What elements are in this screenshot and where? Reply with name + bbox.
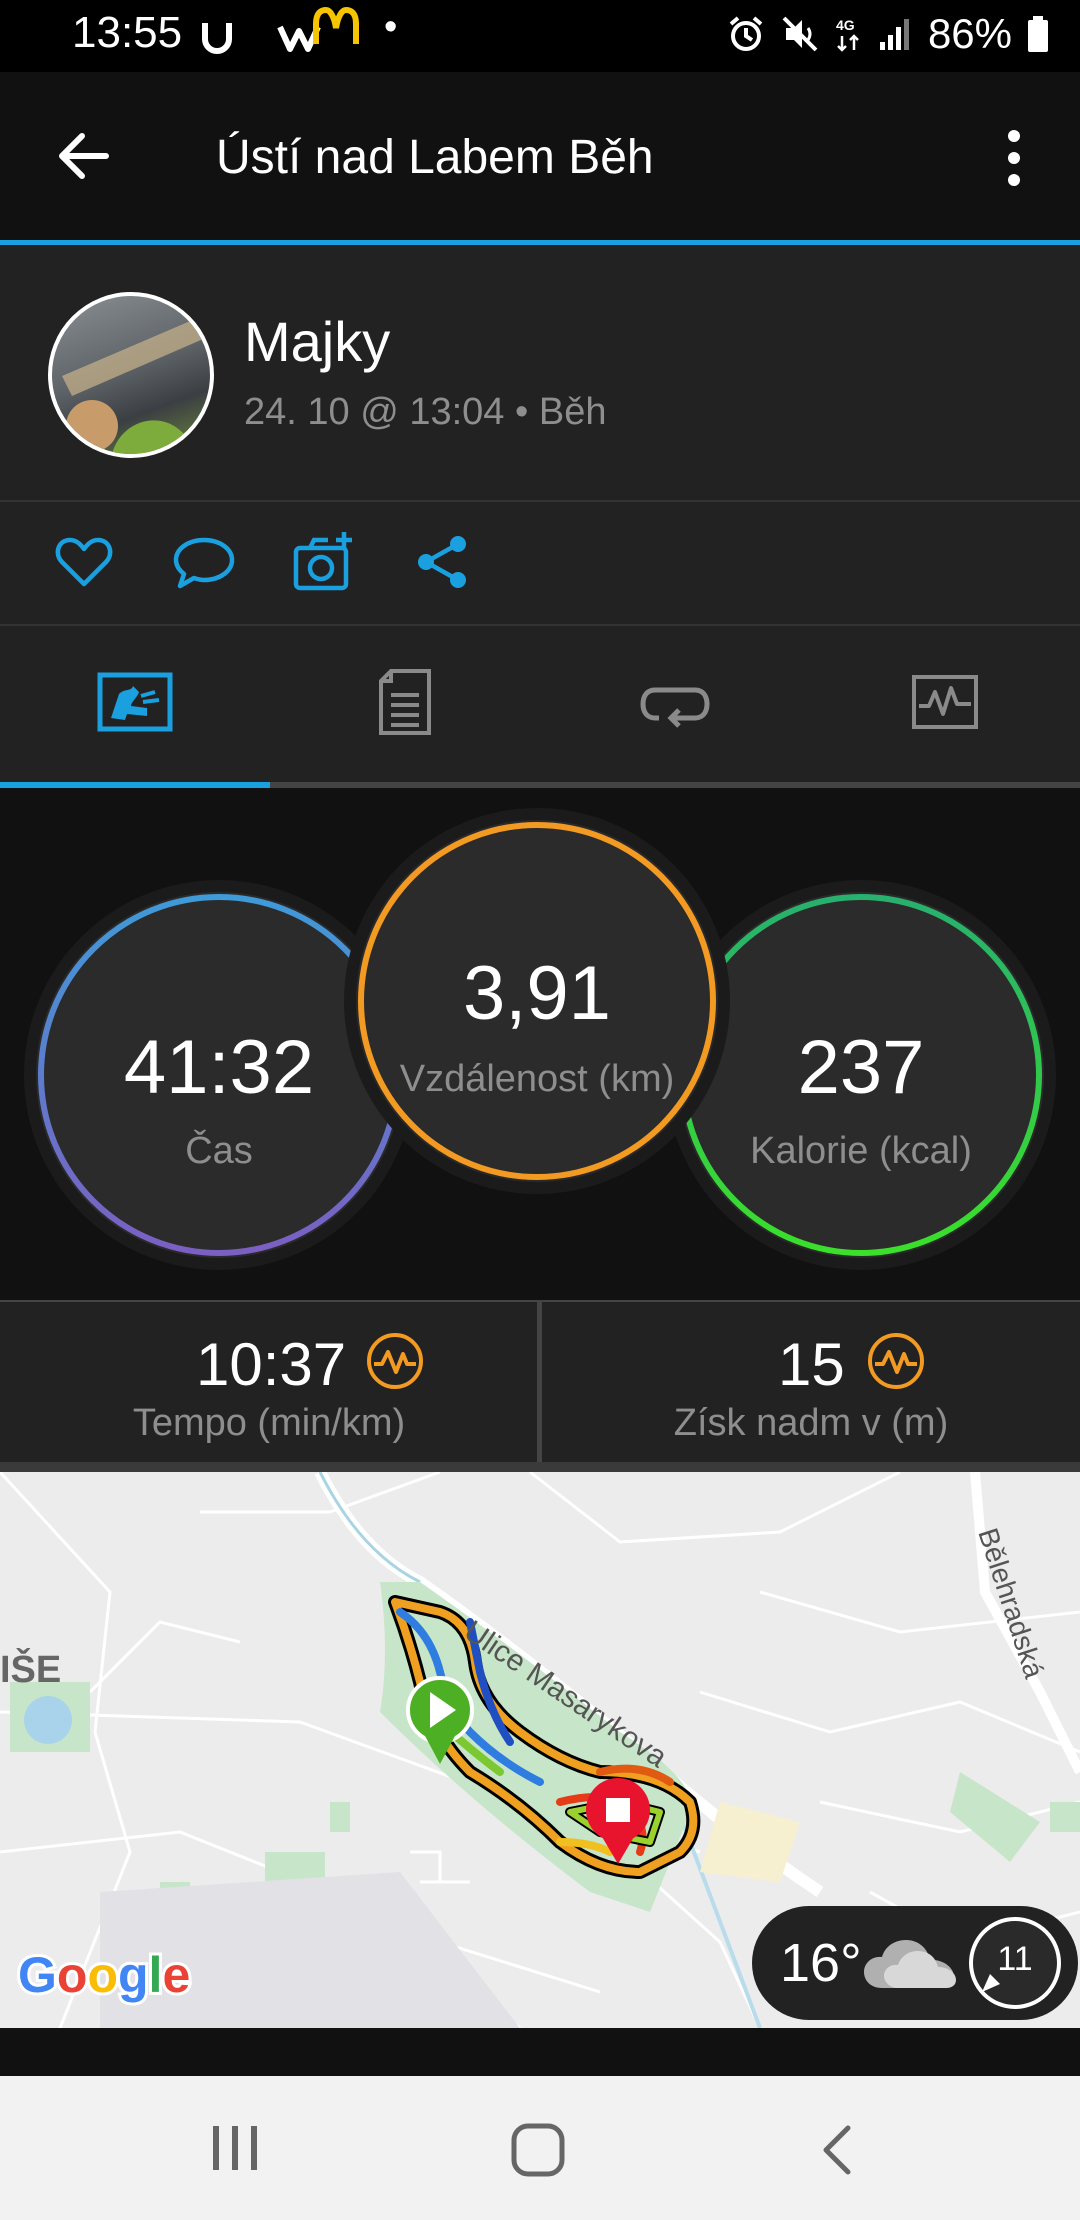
system-nav-bar <box>0 2076 1080 2220</box>
calories-label: Kalorie (kcal) <box>750 1130 972 1172</box>
cloud-icon <box>864 1940 956 1988</box>
tab-details[interactable] <box>270 626 540 778</box>
user-name[interactable]: Majky <box>244 309 390 374</box>
distance-label: Vzdálenost (km) <box>399 1058 675 1100</box>
pulse-icon <box>367 1333 423 1389</box>
share-icon[interactable] <box>412 530 476 594</box>
distance-stat: 3,91 Vzdálenost (km) <box>356 820 718 1182</box>
home-icon[interactable] <box>510 2122 566 2178</box>
app-bar: Ústí nad Labem Běh <box>0 72 1080 240</box>
elevation-value: 15 <box>778 1331 845 1398</box>
time-stat: 41:32 Čas <box>36 892 402 1258</box>
elevation-label: Získ nadm v (m) <box>673 1402 949 1444</box>
notification-icons <box>200 10 322 58</box>
pace-value: 10:37 <box>196 1331 347 1398</box>
district-label: IŠE <box>0 1646 61 1691</box>
details-tab-icon <box>379 669 431 735</box>
page-title: Ústí nad Labem Běh <box>216 131 654 184</box>
pace-label: Tempo (min/km) <box>132 1402 406 1444</box>
map-footer <box>0 2028 1080 2076</box>
battery-percent: 86% <box>927 10 1012 57</box>
recent-apps-icon[interactable] <box>205 2124 265 2174</box>
notification-u-icon <box>202 22 232 54</box>
calories-stat: 237 Kalorie (kcal) <box>678 892 1044 1258</box>
svg-text:Google: Google <box>18 1947 190 2003</box>
weather-temperature: 16° <box>780 1933 862 1993</box>
mcdonalds-icon <box>313 6 359 57</box>
comment-icon[interactable] <box>172 530 236 594</box>
metrics-separator <box>0 1462 1080 1472</box>
activity-date-type: 24. 10 @ 13:04 • Běh <box>244 391 607 433</box>
tab-laps[interactable] <box>540 626 810 778</box>
tab-bar <box>0 626 1080 788</box>
metrics-row: 10:37 Tempo (min/km) 15 Získ nadm v (m) <box>0 1300 1080 1466</box>
signal-icon <box>879 19 909 50</box>
calories-value: 237 <box>797 1025 925 1110</box>
distance-value: 3,91 <box>463 951 611 1036</box>
alarm-icon <box>729 16 763 51</box>
elevation-cell: 15 Získ nadm v (m) <box>542 1302 1080 1466</box>
google-logo: Google <box>15 1944 193 2006</box>
more-options-icon[interactable] <box>996 128 1032 188</box>
time-label: Čas <box>185 1130 253 1172</box>
back-arrow-icon[interactable] <box>52 124 116 188</box>
svg-text:4G: 4G <box>836 17 855 33</box>
back-nav-icon[interactable] <box>818 2124 858 2176</box>
laps-tab-icon <box>640 687 710 728</box>
mute-icon <box>782 16 818 52</box>
pulse-icon <box>868 1333 924 1389</box>
4g-icon: 4G <box>836 17 859 52</box>
tab-charts[interactable] <box>810 626 1080 778</box>
activity-header: Majky 24. 10 @ 13:04 • Běh <box>0 245 1080 502</box>
charts-tab-icon <box>912 675 978 729</box>
status-time: 13:55 <box>72 8 183 57</box>
weather-badge[interactable]: 16° 11 <box>752 1906 1078 2020</box>
tab-overview[interactable] <box>0 626 270 778</box>
like-icon[interactable] <box>52 530 116 594</box>
avatar[interactable] <box>48 292 214 458</box>
summary-stats: 41:32 Čas 237 Kalorie (kcal) 3,91 Vzdále… <box>0 788 1080 1300</box>
pace-cell: 10:37 Tempo (min/km) <box>0 1302 538 1466</box>
status-bar: 13:55 • 4G 86% <box>0 0 1080 72</box>
wind-speed: 11 <box>997 1940 1033 1978</box>
action-bar <box>0 502 1080 626</box>
time-value: 41:32 <box>123 1025 315 1110</box>
add-photo-icon[interactable] <box>292 530 356 594</box>
battery-icon <box>1028 16 1048 52</box>
status-right-icons: 4G 86% <box>726 10 1050 58</box>
dot-icon: • <box>384 6 398 48</box>
overview-tab-icon <box>97 672 173 732</box>
